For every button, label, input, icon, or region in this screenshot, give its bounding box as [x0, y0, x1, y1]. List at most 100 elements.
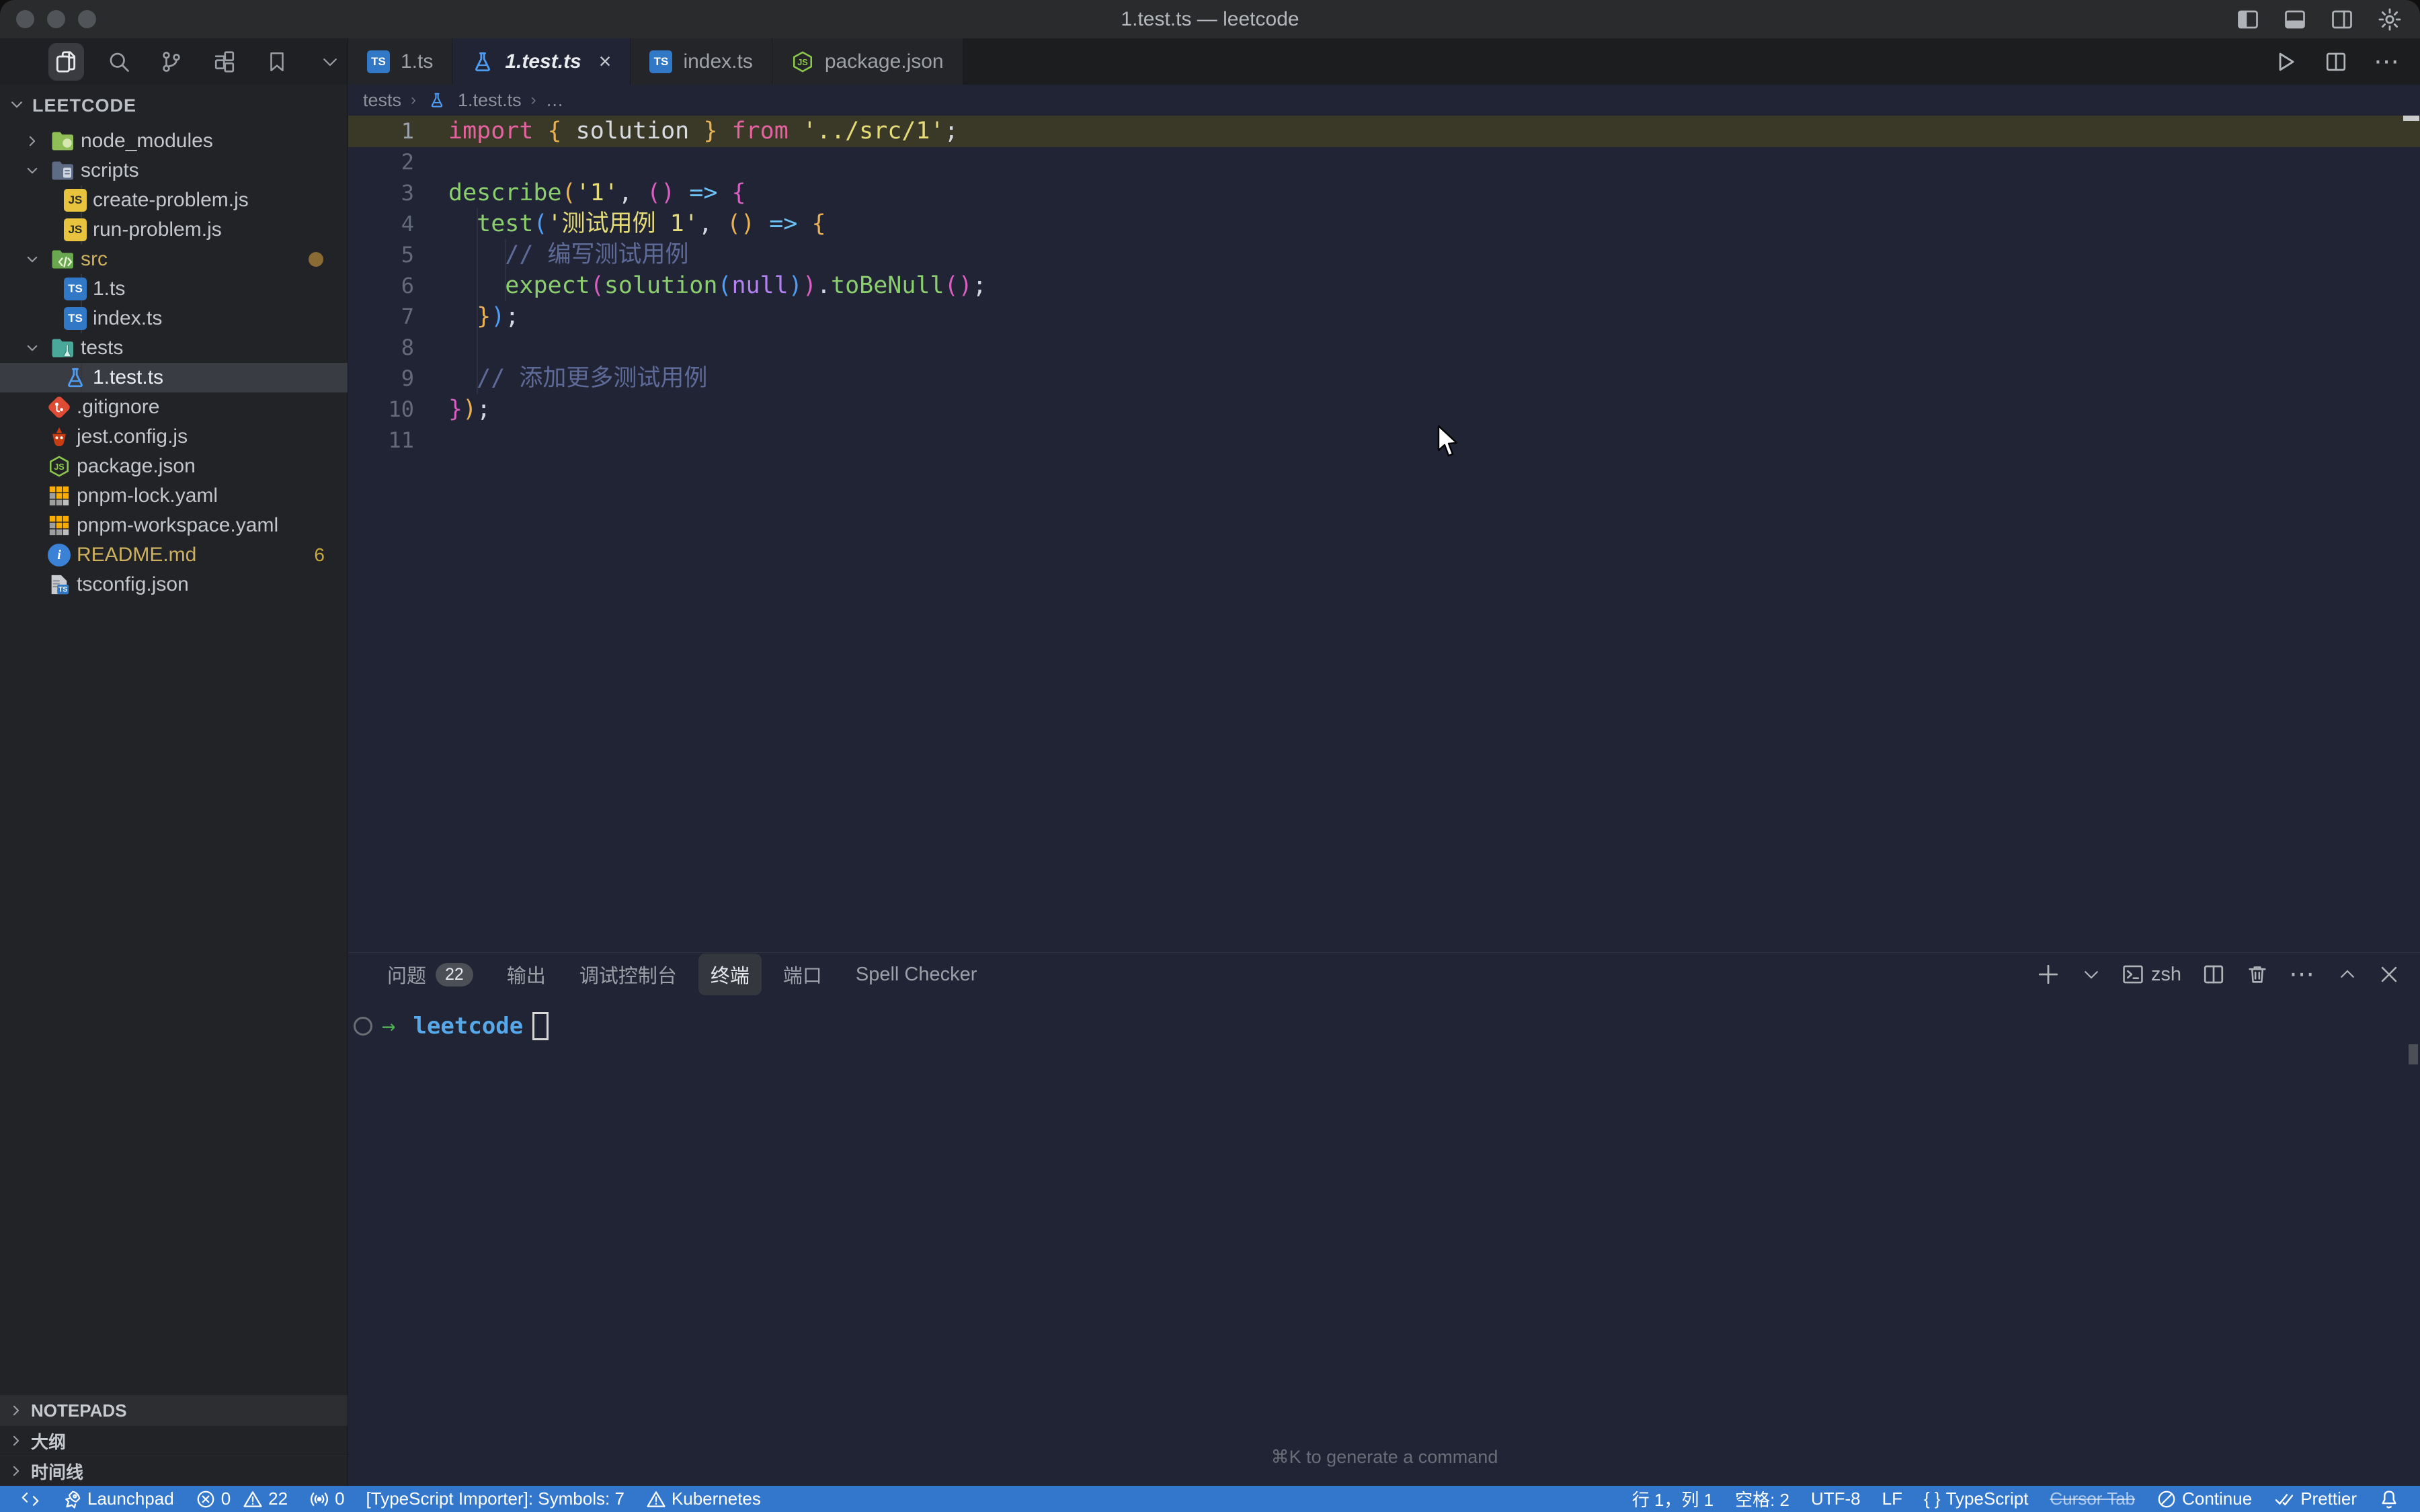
shell-label[interactable]: zsh [2122, 963, 2181, 986]
code-line-3: 3describe('1', () => { [348, 177, 2420, 208]
tab-label: 1.test.ts [505, 50, 581, 73]
status-notifications-bell[interactable] [2368, 1488, 2411, 1510]
status-prettier[interactable]: Prettier [2263, 1488, 2368, 1510]
explorer-section-header[interactable]: LEETCODE [0, 85, 348, 126]
status-indentation[interactable]: 空格: 2 [1724, 1486, 1800, 1511]
bottom-panel: 问题22输出调试控制台终端端口 Spell Checker zsh ⋯ → leet… [348, 952, 2420, 1486]
line-number: 11 [348, 425, 414, 456]
explorer-button[interactable] [48, 43, 84, 81]
panel-tab-终端[interactable]: 终端 [698, 954, 762, 995]
toggle-primary-sidebar-button[interactable] [2236, 7, 2260, 32]
breadcrumb-item[interactable]: tests [363, 90, 401, 111]
status-ts-importer[interactable]: [TypeScript Importer]: Symbols: 7 [356, 1488, 635, 1509]
trash-icon [2246, 963, 2269, 986]
breadcrumb-item[interactable]: … [546, 90, 564, 111]
tree-item-scripts[interactable]: scripts [0, 156, 348, 185]
terminal-cursor [532, 1012, 549, 1040]
tab-1.ts[interactable]: TS1.ts [348, 38, 452, 85]
tree-item-create-problem.js[interactable]: JScreate-problem.js [0, 185, 348, 215]
new-terminal-button[interactable] [2035, 962, 2061, 987]
panel-tab-Spell Checker[interactable]: Spell Checker [844, 957, 990, 993]
tree-item-1.ts[interactable]: TS1.ts [0, 274, 348, 304]
tab-1.test.ts[interactable]: 1.test.ts × [452, 38, 631, 85]
tree-item-1.test.ts[interactable]: 1.test.ts [0, 363, 348, 392]
settings-button[interactable] [2377, 7, 2403, 32]
tree-item-src[interactable]: src [0, 245, 348, 274]
tree-item-tsconfig.json[interactable]: TStsconfig.json [0, 570, 348, 599]
tree-item-.gitignore[interactable]: .gitignore [0, 392, 348, 422]
status-eol[interactable]: LF [1871, 1488, 1913, 1509]
maximize-panel-button[interactable] [2337, 964, 2357, 984]
sidebar-section-2[interactable]: 时间线 [0, 1456, 348, 1486]
status-encoding[interactable]: UTF-8 [1800, 1488, 1871, 1509]
tree-item-label: tests [81, 337, 123, 360]
tab-label: index.ts [683, 50, 752, 73]
status-remote-indicator[interactable] [9, 1489, 51, 1509]
panel-tab-label: 问题 [387, 960, 426, 989]
source-control-button[interactable] [154, 43, 190, 81]
zoom-window-button[interactable] [78, 10, 96, 28]
tab-index.ts[interactable]: TSindex.ts [631, 38, 772, 85]
status-cursor-position[interactable]: 行 1，列 1 [1621, 1486, 1724, 1511]
tree-item-label: scripts [81, 159, 139, 182]
panel-tab-端口[interactable]: 端口 [771, 954, 834, 995]
split-editor-button[interactable] [2324, 50, 2348, 74]
terminal-dropdown-button[interactable] [2081, 964, 2101, 984]
status-ports-forwarded[interactable]: 0 [298, 1488, 355, 1509]
toggle-secondary-sidebar-button[interactable] [2330, 7, 2354, 32]
tree-item-README.md[interactable]: iREADME.md6 [0, 540, 348, 570]
status-continue-extension[interactable]: Continue [2146, 1488, 2263, 1509]
panel-tab-调试控制台[interactable]: 调试控制台 [567, 954, 689, 995]
chevron-down-button[interactable] [313, 43, 348, 81]
status-kubernetes[interactable]: Kubernetes [635, 1488, 772, 1509]
toggle-panel-button[interactable] [2283, 7, 2307, 32]
status-language-mode[interactable]: { }TypeScript [1913, 1488, 2039, 1509]
close-window-button[interactable] [16, 10, 34, 28]
close-tab-icon[interactable]: × [599, 49, 612, 74]
line-number: 8 [348, 332, 414, 363]
breadcrumb-item[interactable]: 1.test.ts [458, 90, 522, 111]
breadcrumb[interactable]: tests›1.test.ts›… [348, 85, 2420, 116]
sidebar-section-1[interactable]: 大纲 [0, 1425, 348, 1456]
minimize-window-button[interactable] [47, 10, 65, 28]
split-terminal-button[interactable] [2202, 962, 2226, 986]
panel-actions: zsh ⋯ [2035, 953, 2401, 996]
code-editor[interactable]: 1import { solution } from '../src/1';23d… [348, 116, 2420, 952]
bookmark-button[interactable] [259, 43, 295, 81]
status-problems[interactable]: 022 [185, 1488, 298, 1509]
sidebar-section-0[interactable]: NOTEPADS [0, 1395, 348, 1425]
tree-item-index.ts[interactable]: TSindex.ts [0, 304, 348, 333]
terminal-prompt-row: → leetcode [348, 1012, 549, 1040]
tree-item-package.json[interactable]: JSpackage.json [0, 452, 348, 481]
tree-item-jest.config.js[interactable]: jest.config.js [0, 422, 348, 452]
chevron-right-icon [26, 134, 39, 148]
tree-item-run-problem.js[interactable]: JSrun-problem.js [0, 215, 348, 245]
terminal[interactable]: → leetcode ⌘K to generate a command [348, 996, 2420, 1486]
chevron-right-icon [9, 1404, 23, 1417]
panel-tab-输出[interactable]: 输出 [495, 954, 558, 995]
status-cursor-tab-toggle[interactable]: Cursor Tab [2039, 1488, 2146, 1509]
run-button[interactable] [2273, 49, 2298, 75]
panel-tab-问题[interactable]: 问题22 [375, 954, 485, 995]
folder-tests-icon [51, 337, 75, 360]
editor-actions: ⋯ [2273, 38, 2402, 85]
tree-item-tests[interactable]: tests [0, 333, 348, 363]
panel-scrollbar[interactable] [2409, 1044, 2418, 1064]
status-launchpad[interactable]: Launchpad [51, 1488, 185, 1509]
search-button[interactable] [102, 43, 137, 81]
tree-item-pnpm-lock.yaml[interactable]: pnpm-lock.yaml [0, 481, 348, 511]
tree-item-pnpm-workspace.yaml[interactable]: pnpm-workspace.yaml [0, 511, 348, 540]
status-label: Launchpad [87, 1488, 174, 1509]
more-panel-actions-button[interactable]: ⋯ [2289, 968, 2317, 981]
more-actions-button[interactable]: ⋯ [2374, 55, 2402, 69]
status-label: 行 1，列 1 [1632, 1486, 1713, 1511]
extensions-button[interactable] [207, 43, 243, 81]
kill-terminal-button[interactable] [2246, 963, 2269, 986]
code-line-11: 11 [348, 425, 2420, 456]
tree-item-node_modules[interactable]: node_modules [0, 126, 348, 156]
close-panel-button[interactable] [2378, 963, 2401, 986]
tab-package.json[interactable]: JSpackage.json [772, 38, 963, 85]
status-label: UTF-8 [1811, 1488, 1861, 1509]
braces-icon: { } [1924, 1488, 1941, 1509]
code-line-2: 2 [348, 146, 2420, 177]
